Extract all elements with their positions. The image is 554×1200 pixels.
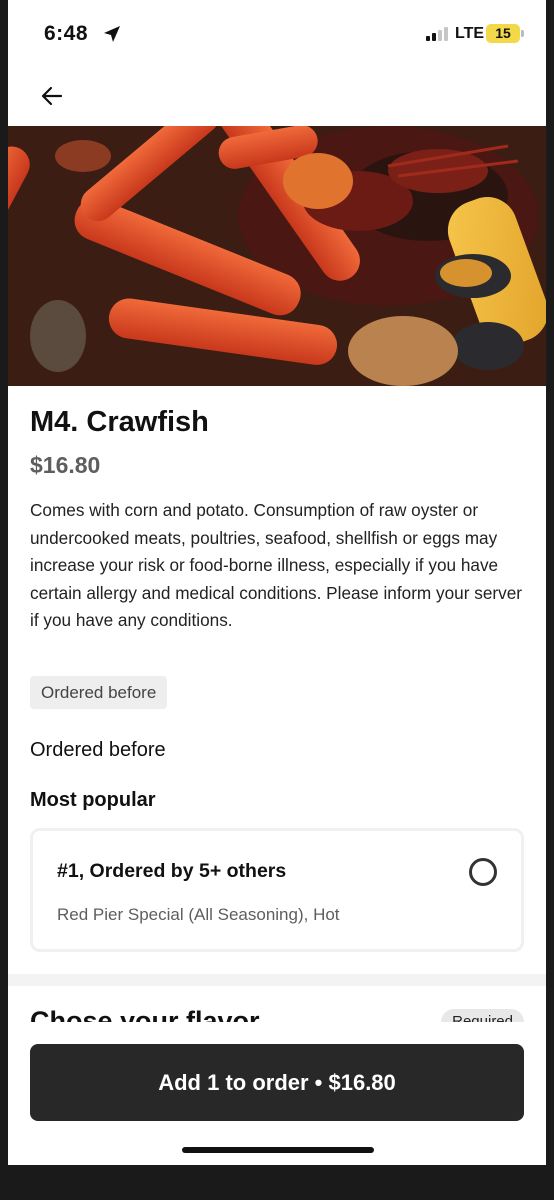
location-arrow-icon bbox=[104, 26, 120, 42]
flavor-section-header: Chose your flavor Required bbox=[8, 986, 546, 1026]
item-price: $16.80 bbox=[30, 452, 101, 478]
add-to-order-button[interactable]: Add 1 to order • $16.80 bbox=[30, 1044, 524, 1121]
screen: 6:48 LTE 15 M4. Crawfish $16.80 Comes wi… bbox=[8, 0, 546, 1165]
footer: Add 1 to order • $16.80 bbox=[8, 1022, 546, 1165]
battery-tip bbox=[521, 30, 524, 37]
back-button[interactable] bbox=[36, 80, 68, 112]
home-indicator bbox=[182, 1147, 374, 1153]
popular-option-subtitle: Red Pier Special (All Seasoning), Hot bbox=[57, 905, 340, 924]
item-photo bbox=[8, 126, 546, 386]
item-description: Comes with corn and potato. Consumption … bbox=[30, 500, 522, 630]
status-time: 6:48 bbox=[44, 22, 89, 45]
item-title: M4. Crawfish bbox=[30, 406, 209, 438]
frame-edge-left bbox=[0, 0, 8, 1200]
popular-option-title: #1, Ordered by 5+ others bbox=[57, 860, 287, 882]
most-popular-heading: Most popular bbox=[30, 789, 156, 811]
section-divider bbox=[8, 974, 546, 986]
frame-edge-right bbox=[546, 0, 554, 1200]
status-bar: 6:48 LTE 15 bbox=[8, 0, 546, 68]
frame-edge-bottom bbox=[0, 1165, 554, 1200]
battery-icon: 15 bbox=[486, 24, 520, 43]
signal-icon bbox=[426, 27, 448, 41]
radio-button[interactable] bbox=[469, 858, 497, 886]
arrow-left-icon bbox=[41, 86, 63, 106]
popular-option-card[interactable]: #1, Ordered by 5+ others Red Pier Specia… bbox=[30, 828, 524, 952]
ordered-before-heading: Ordered before bbox=[30, 739, 166, 761]
ordered-before-chip: Ordered before bbox=[30, 676, 168, 709]
network-label: LTE bbox=[455, 25, 485, 42]
